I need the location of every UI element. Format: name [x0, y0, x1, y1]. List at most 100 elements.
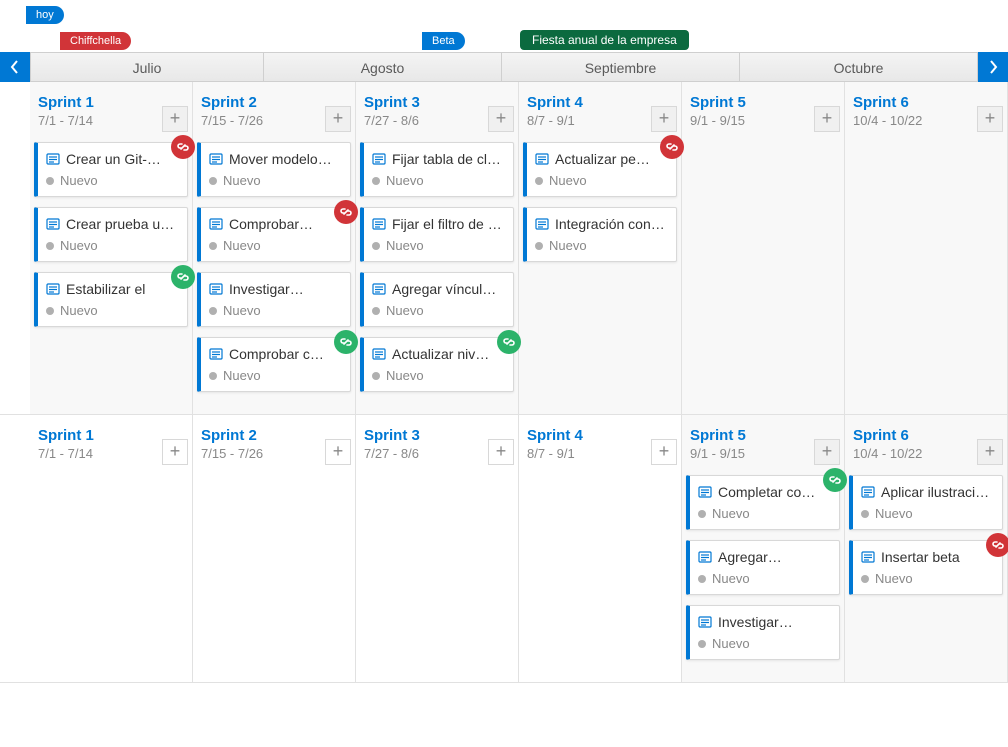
- status-label: Nuevo: [712, 571, 750, 586]
- sprint-lane[interactable]: Sprint 1 7/1 - 7/14 +: [30, 415, 193, 682]
- work-item-icon: [698, 550, 712, 564]
- add-card-button[interactable]: +: [488, 439, 514, 465]
- work-item-card[interactable]: Fijar el filtro de …Nuevo: [360, 207, 514, 262]
- add-card-button[interactable]: +: [977, 106, 1003, 132]
- status-dot-icon: [372, 242, 380, 250]
- status-dot-icon: [861, 510, 869, 518]
- card-status: Nuevo: [46, 238, 177, 253]
- link-badge-icon[interactable]: [171, 135, 195, 159]
- marker-chiffchella: Chiffchella: [60, 32, 131, 50]
- work-item-card[interactable]: Mover modelo…Nuevo: [197, 142, 351, 197]
- status-label: Nuevo: [549, 238, 587, 253]
- card-status: Nuevo: [372, 368, 503, 383]
- sprint-dates: 10/4 - 10/22: [853, 446, 977, 461]
- work-item-card[interactable]: Agregar…Nuevo: [686, 540, 840, 595]
- sprint-lane[interactable]: Sprint 5 9/1 - 9/15 +: [682, 82, 845, 414]
- work-item-card[interactable]: Investigar…Nuevo: [197, 272, 351, 327]
- card-status: Nuevo: [861, 506, 992, 521]
- marker-beta: Beta: [422, 32, 465, 50]
- work-item-card[interactable]: Crear prueba u…Nuevo: [34, 207, 188, 262]
- work-item-card[interactable]: Agregar víncul…Nuevo: [360, 272, 514, 327]
- scroll-left-button[interactable]: [0, 52, 30, 82]
- status-dot-icon: [209, 307, 217, 315]
- link-badge-icon[interactable]: [660, 135, 684, 159]
- sprint-dates: 9/1 - 9/15: [690, 113, 814, 128]
- scroll-right-button[interactable]: [978, 52, 1008, 82]
- card-title: Completar co…: [718, 484, 815, 500]
- sprint-lane[interactable]: Sprint 3 7/27 - 8/6 +: [356, 415, 519, 682]
- board-team-1: Sprint 1 7/1 - 7/14 + Crear un Git-…Nuev…: [0, 82, 1008, 415]
- add-card-button[interactable]: +: [162, 439, 188, 465]
- card-title: Mover modelo…: [229, 151, 332, 167]
- add-card-button[interactable]: +: [977, 439, 1003, 465]
- work-item-icon: [46, 217, 60, 231]
- add-card-button[interactable]: +: [488, 106, 514, 132]
- add-card-button[interactable]: +: [325, 106, 351, 132]
- card-status: Nuevo: [372, 173, 503, 188]
- card-title: Comprobar…: [229, 216, 313, 232]
- work-item-card[interactable]: Comprobar… Nuevo: [197, 207, 351, 262]
- status-dot-icon: [209, 372, 217, 380]
- link-badge-icon[interactable]: [171, 265, 195, 289]
- board-team-2: Sprint 1 7/1 - 7/14 + Sprint 2 7/15 - 7/…: [0, 415, 1008, 683]
- add-card-button[interactable]: +: [651, 106, 677, 132]
- sprint-dates: 8/7 - 9/1: [527, 113, 651, 128]
- link-badge-icon[interactable]: [334, 200, 358, 224]
- work-item-card[interactable]: Actualizar niv… Nuevo: [360, 337, 514, 392]
- status-dot-icon: [46, 177, 54, 185]
- work-item-card[interactable]: Integración con…Nuevo: [523, 207, 677, 262]
- card-status: Nuevo: [535, 238, 666, 253]
- card-title: Investigar…: [229, 281, 304, 297]
- sprint-lane[interactable]: Sprint 4 8/7 - 9/1 +: [519, 415, 682, 682]
- work-item-card[interactable]: Completar co… Nuevo: [686, 475, 840, 530]
- status-label: Nuevo: [712, 506, 750, 521]
- sprint-lane[interactable]: Sprint 6 10/4 - 10/22 + Aplicar ilustrac…: [845, 415, 1008, 682]
- status-label: Nuevo: [875, 506, 913, 521]
- link-badge-icon[interactable]: [823, 468, 847, 492]
- work-item-card[interactable]: Comprobar c…Nuevo: [197, 337, 351, 392]
- add-card-button[interactable]: +: [814, 106, 840, 132]
- add-card-button[interactable]: +: [325, 439, 351, 465]
- link-badge-icon[interactable]: [334, 330, 358, 354]
- status-label: Nuevo: [223, 238, 261, 253]
- card-status: Nuevo: [209, 238, 340, 253]
- sprint-lane[interactable]: Sprint 1 7/1 - 7/14 + Crear un Git-…Nuev…: [30, 82, 193, 414]
- work-item-card[interactable]: Insertar betaNuevo: [849, 540, 1003, 595]
- sprint-dates: 7/27 - 8/6: [364, 113, 488, 128]
- sprint-lane[interactable]: Sprint 5 9/1 - 9/15 + Completar co…Nuevo…: [682, 415, 845, 682]
- card-status: Nuevo: [698, 571, 829, 586]
- work-item-icon: [698, 485, 712, 499]
- sprint-lane[interactable]: Sprint 3 7/27 - 8/6 + Fijar tabla de cl……: [356, 82, 519, 414]
- work-item-icon: [372, 217, 386, 231]
- work-item-card[interactable]: Fijar tabla de cl…Nuevo: [360, 142, 514, 197]
- sprint-lane[interactable]: Sprint 2 7/15 - 7/26 + Mover modelo…Nuev…: [193, 82, 356, 414]
- status-label: Nuevo: [223, 368, 261, 383]
- status-dot-icon: [535, 242, 543, 250]
- add-card-button[interactable]: +: [814, 439, 840, 465]
- work-item-icon: [46, 152, 60, 166]
- status-label: Nuevo: [60, 238, 98, 253]
- work-item-card[interactable]: Actualizar pe…Nuevo: [523, 142, 677, 197]
- link-badge-icon[interactable]: [986, 533, 1008, 557]
- board-gutter: [0, 415, 30, 682]
- work-item-card[interactable]: Investigar…Nuevo: [686, 605, 840, 660]
- sprint-lane[interactable]: Sprint 4 8/7 - 9/1 + Actualizar pe…Nuevo…: [519, 82, 682, 414]
- work-item-icon: [209, 282, 223, 296]
- sprint-dates: 8/7 - 9/1: [527, 446, 651, 461]
- work-item-card[interactable]: Aplicar ilustraci…Nuevo: [849, 475, 1003, 530]
- status-label: Nuevo: [60, 303, 98, 318]
- card-title: Actualizar niv…: [392, 346, 489, 362]
- sprint-title: Sprint 1: [38, 94, 162, 111]
- sprint-lane[interactable]: Sprint 2 7/15 - 7/26 +: [193, 415, 356, 682]
- status-label: Nuevo: [386, 303, 424, 318]
- add-card-button[interactable]: +: [162, 106, 188, 132]
- timeline-markers: hoy Chiffchella Beta Fiesta anual de la …: [0, 0, 1008, 52]
- work-item-card[interactable]: Estabilizar elNuevo: [34, 272, 188, 327]
- work-item-card[interactable]: Crear un Git-…Nuevo: [34, 142, 188, 197]
- card-status: Nuevo: [372, 238, 503, 253]
- status-label: Nuevo: [712, 636, 750, 651]
- add-card-button[interactable]: +: [651, 439, 677, 465]
- sprint-lane[interactable]: Sprint 6 10/4 - 10/22 +: [845, 82, 1008, 414]
- sprint-dates: 9/1 - 9/15: [690, 446, 814, 461]
- link-badge-icon[interactable]: [497, 330, 521, 354]
